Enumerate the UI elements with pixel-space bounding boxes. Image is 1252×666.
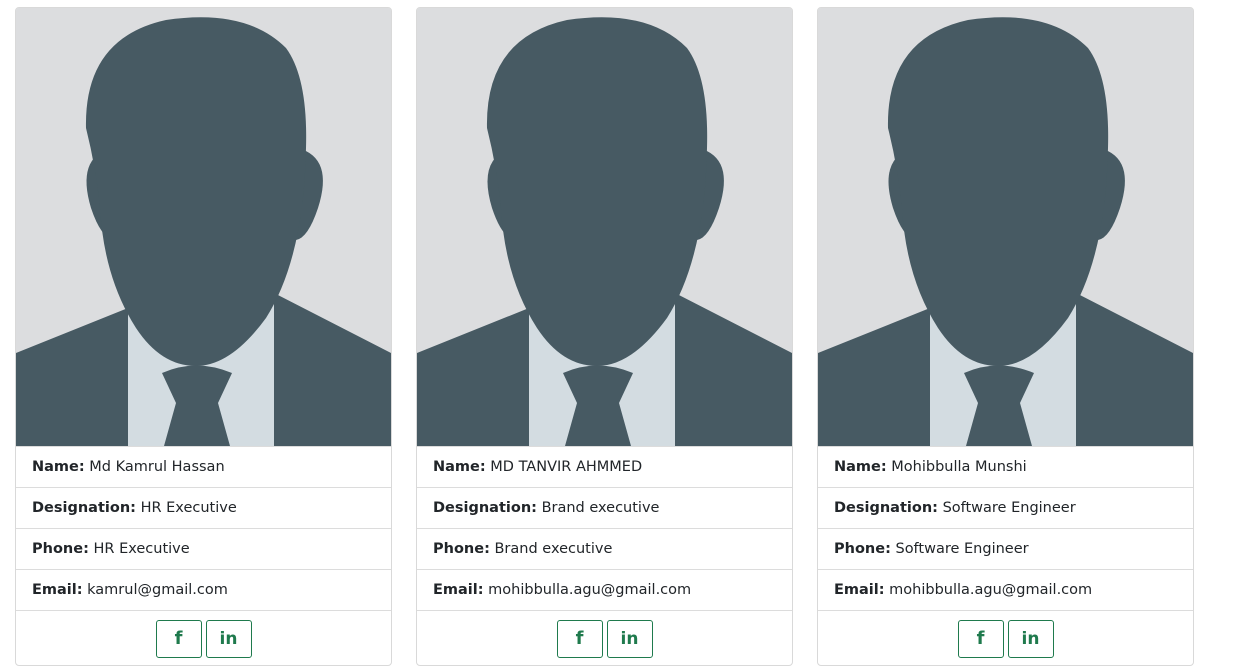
facebook-button[interactable]: f	[957, 619, 1004, 658]
linkedin-icon: in	[1021, 628, 1040, 649]
linkedin-button[interactable]: in	[205, 619, 252, 658]
employee-designation: Software Engineer	[942, 500, 1076, 516]
employee-email: mohibbulla.agu@gmail.com	[889, 582, 1093, 598]
designation-label: Designation:	[32, 500, 136, 516]
social-links: f in	[417, 610, 792, 665]
employee-phone: Brand executive	[494, 541, 613, 557]
name-label: Name:	[433, 459, 486, 475]
employee-designation-row: Designation: Software Engineer	[818, 487, 1193, 528]
employee-phone-row: Phone: Software Engineer	[818, 528, 1193, 569]
person-silhouette-icon	[417, 8, 792, 446]
social-links: f in	[818, 610, 1193, 665]
employee-designation-row: Designation: Brand executive	[417, 487, 792, 528]
employee-name-row: Name: MD TANVIR AHMMED	[417, 446, 792, 487]
email-label: Email:	[834, 582, 885, 598]
name-label: Name:	[834, 459, 887, 475]
employee-email-row: Email: mohibbulla.agu@gmail.com	[417, 569, 792, 610]
employee-phone: HR Executive	[93, 541, 190, 557]
email-label: Email:	[32, 582, 83, 598]
linkedin-icon: in	[219, 628, 238, 649]
employee-designation: Brand executive	[541, 500, 660, 516]
avatar-placeholder	[417, 8, 792, 446]
person-silhouette-icon	[16, 8, 391, 446]
employee-name-row: Name: Md Kamrul Hassan	[16, 446, 391, 487]
employee-designation-row: Designation: HR Executive	[16, 487, 391, 528]
employee-name-row: Name: Mohibbulla Munshi	[818, 446, 1193, 487]
phone-label: Phone:	[834, 541, 891, 557]
linkedin-button[interactable]: in	[606, 619, 653, 658]
employee-email: mohibbulla.agu@gmail.com	[488, 582, 692, 598]
avatar-placeholder	[818, 8, 1193, 446]
employee-card: Name: Md Kamrul Hassan Designation: HR E…	[15, 7, 392, 666]
employee-card: Name: Mohibbulla Munshi Designation: Sof…	[817, 7, 1194, 666]
employee-email-row: Email: kamrul@gmail.com	[16, 569, 391, 610]
employee-phone-row: Phone: HR Executive	[16, 528, 391, 569]
facebook-icon: f	[174, 628, 183, 649]
employee-email: kamrul@gmail.com	[87, 582, 228, 598]
employee-email-row: Email: mohibbulla.agu@gmail.com	[818, 569, 1193, 610]
employee-name: Mohibbulla Munshi	[891, 459, 1027, 475]
employee-card: Name: MD TANVIR AHMMED Designation: Bran…	[416, 7, 793, 666]
employee-name: MD TANVIR AHMMED	[490, 459, 643, 475]
employee-phone: Software Engineer	[895, 541, 1029, 557]
designation-label: Designation:	[433, 500, 537, 516]
facebook-icon: f	[575, 628, 584, 649]
employee-phone-row: Phone: Brand executive	[417, 528, 792, 569]
employee-designation: HR Executive	[140, 500, 237, 516]
avatar-placeholder	[16, 8, 391, 446]
employee-name: Md Kamrul Hassan	[89, 459, 225, 475]
person-silhouette-icon	[818, 8, 1193, 446]
designation-label: Designation:	[834, 500, 938, 516]
facebook-button[interactable]: f	[155, 619, 202, 658]
linkedin-icon: in	[620, 628, 639, 649]
email-label: Email:	[433, 582, 484, 598]
facebook-icon: f	[976, 628, 985, 649]
linkedin-button[interactable]: in	[1007, 619, 1054, 658]
phone-label: Phone:	[433, 541, 490, 557]
name-label: Name:	[32, 459, 85, 475]
facebook-button[interactable]: f	[556, 619, 603, 658]
phone-label: Phone:	[32, 541, 89, 557]
social-links: f in	[16, 610, 391, 665]
